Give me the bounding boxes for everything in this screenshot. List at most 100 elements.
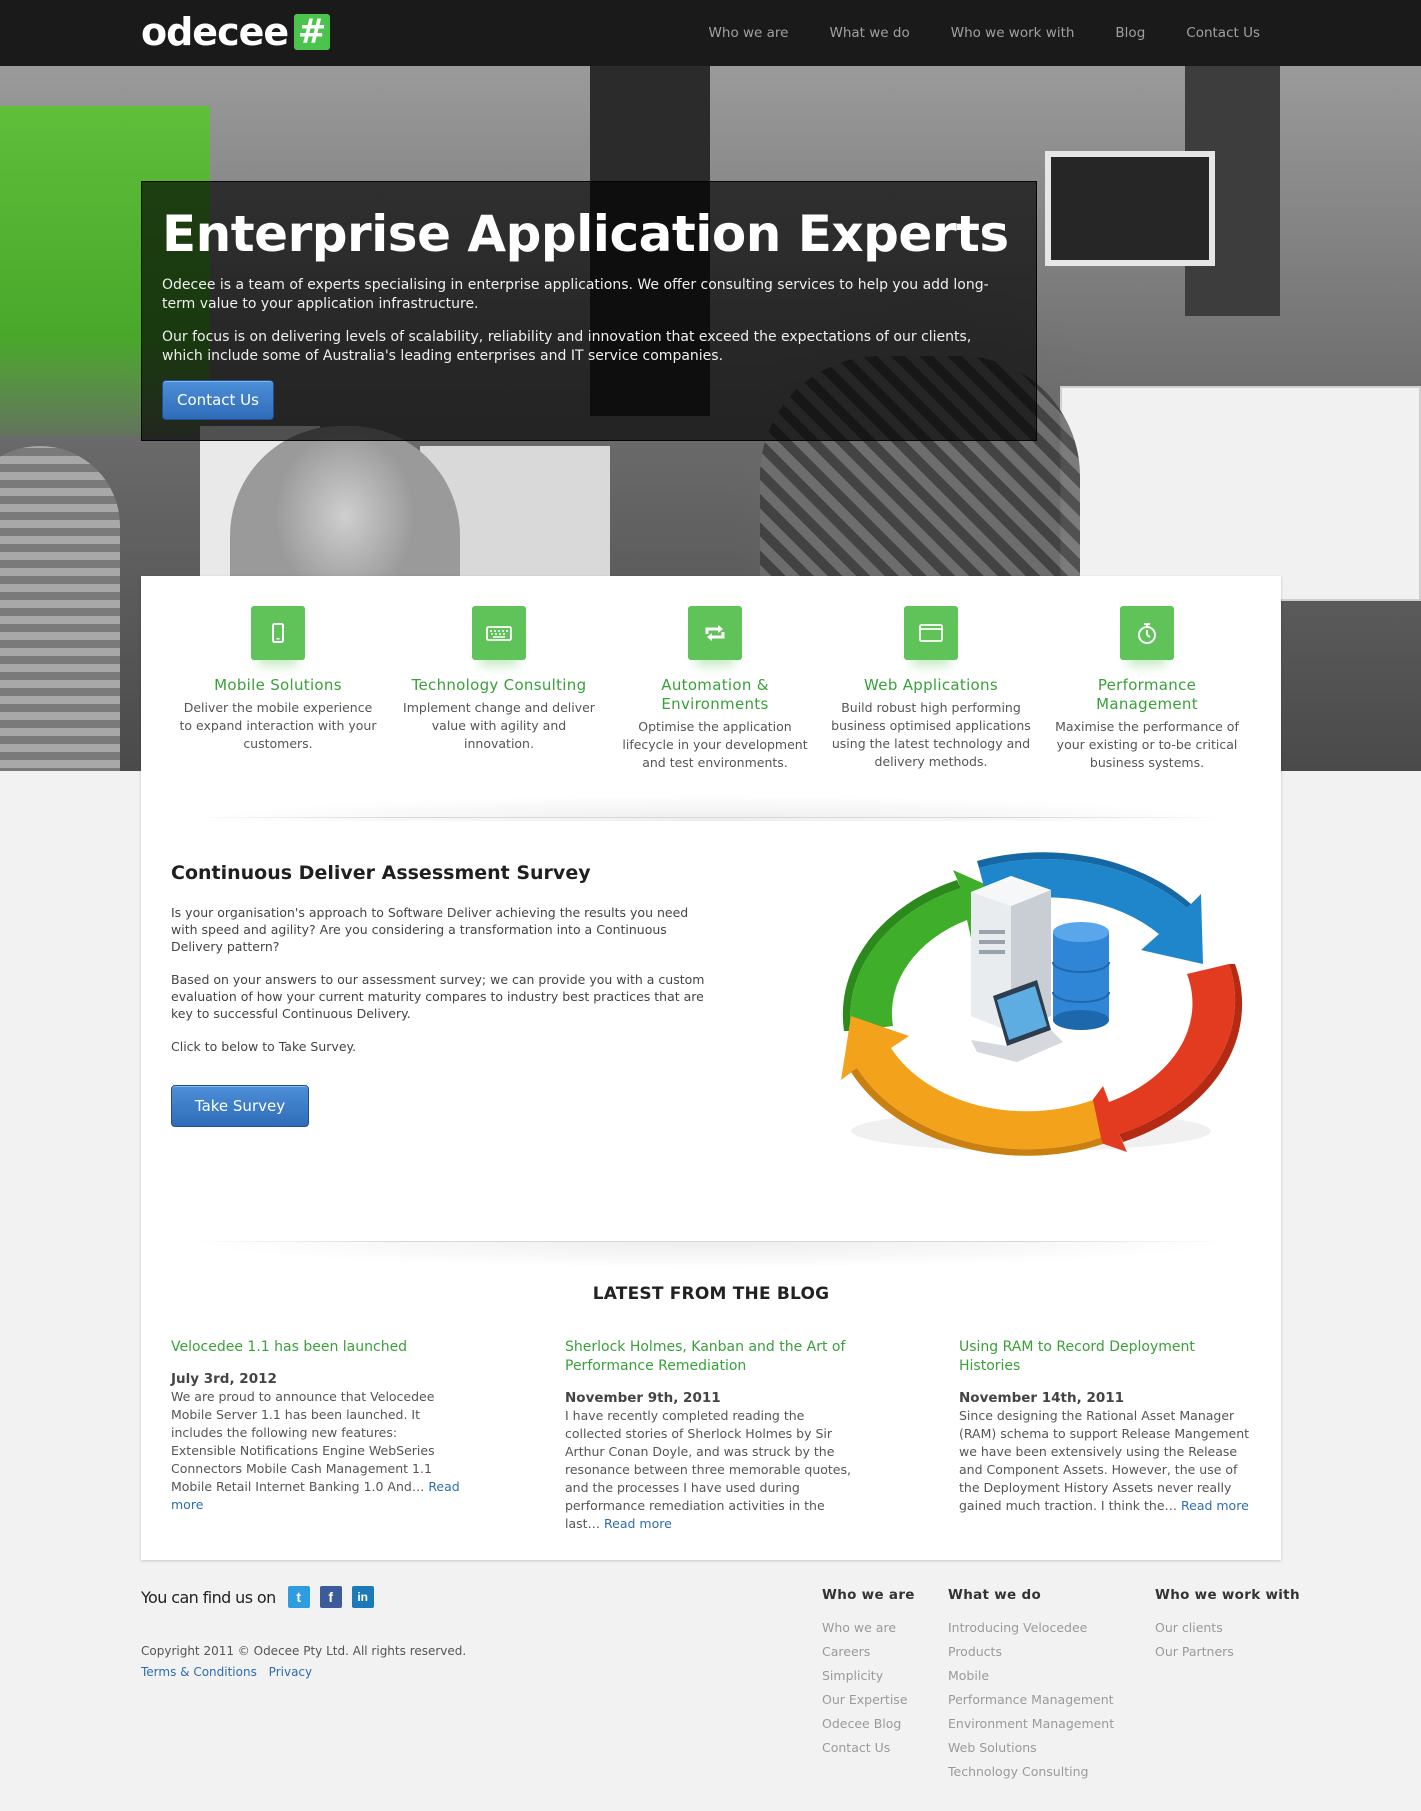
- service-automation-environments[interactable]: Automation & Environments Optimise the a…: [615, 606, 815, 772]
- footer-link[interactable]: Our Expertise: [822, 1688, 915, 1712]
- hero-paragraph: Our focus is on delivering levels of sca…: [162, 329, 972, 364]
- read-more-link[interactable]: Read more: [1181, 1498, 1249, 1513]
- blog-post: Velocedee 1.1 has been launched July 3rd…: [171, 1338, 461, 1514]
- blog-post-title-link[interactable]: Sherlock Holmes, Kanban and the Art of P…: [565, 1338, 855, 1376]
- top-navigation-bar: odecee # Who we are What we do Who we wo…: [0, 0, 1421, 66]
- continuous-delivery-cycle-illustration: [841, 852, 1243, 1156]
- service-description: Deliver the mobile experience to expand …: [179, 700, 377, 751]
- footer-link-list: Our clients Our Partners: [1155, 1616, 1300, 1664]
- nav-what-we-do[interactable]: What we do: [829, 0, 909, 66]
- hero-title: Enterprise Application Experts: [162, 205, 1009, 263]
- service-title: Performance Management: [1096, 676, 1198, 713]
- footer-column-title: What we do: [948, 1587, 1042, 1603]
- service-title: Automation & Environments: [661, 676, 769, 713]
- hero-photo-monitor: [1045, 151, 1215, 266]
- facebook-icon[interactable]: f: [319, 1586, 342, 1608]
- footer-link[interactable]: Odecee Blog: [822, 1712, 915, 1736]
- footer-link-list: Who we are Careers Simplicity Our Expert…: [822, 1616, 915, 1760]
- hero-paragraph: Odecee is a team of experts specialising…: [162, 277, 989, 312]
- keyboard-icon: [472, 606, 526, 660]
- service-description: Maximise the performance of your existin…: [1055, 719, 1239, 770]
- footer-link[interactable]: Web Solutions: [948, 1736, 1114, 1760]
- linkedin-icon[interactable]: in: [351, 1586, 374, 1608]
- stopwatch-icon: [1120, 606, 1174, 660]
- blog-post-title-link[interactable]: Velocedee 1.1 has been launched: [171, 1338, 461, 1357]
- hero-contact-button[interactable]: Contact Us: [162, 380, 274, 420]
- footer-link[interactable]: Who we are: [822, 1616, 915, 1640]
- footer-link[interactable]: Simplicity: [822, 1664, 915, 1688]
- hero-photo-monitor: [1060, 386, 1421, 601]
- follow-label: You can find us on: [141, 1587, 276, 1607]
- mobile-icon: [251, 606, 305, 660]
- blog-post-excerpt-text: We are proud to announce that Velocedee …: [171, 1389, 435, 1494]
- service-description: Build robust high performing business op…: [831, 700, 1031, 769]
- footer-column-title: Who we are: [822, 1587, 915, 1603]
- blog-post-date: July 3rd, 2012: [171, 1371, 277, 1387]
- blog-heading: LATEST FROM THE BLOG: [592, 1284, 830, 1304]
- repeat-icon: [688, 606, 742, 660]
- footer-column-who-we-work-with: Who we work with Our clients Our Partner…: [1155, 1586, 1300, 1664]
- service-mobile-solutions[interactable]: Mobile Solutions Deliver the mobile expe…: [178, 606, 378, 753]
- footer-link[interactable]: Our Partners: [1155, 1640, 1300, 1664]
- take-survey-button[interactable]: Take Survey: [171, 1085, 309, 1127]
- footer-link[interactable]: Careers: [822, 1640, 915, 1664]
- section-divider: [191, 817, 1231, 818]
- blog-post-excerpt: Since designing the Rational Asset Manag…: [959, 1407, 1259, 1515]
- survey-paragraph: Click to below to Take Survey.: [171, 1039, 357, 1054]
- service-technology-consulting[interactable]: Technology Consulting Implement change a…: [399, 606, 599, 753]
- service-title: Mobile Solutions: [214, 676, 342, 694]
- footer-link[interactable]: Mobile: [948, 1664, 1114, 1688]
- terms-link[interactable]: Terms & Conditions: [141, 1665, 257, 1679]
- blog-post-date: November 9th, 2011: [565, 1390, 721, 1406]
- footer-link[interactable]: Environment Management: [948, 1712, 1114, 1736]
- services-row: Mobile Solutions Deliver the mobile expe…: [141, 606, 1281, 796]
- legal-links: Terms & Conditions Privacy: [141, 1665, 320, 1679]
- survey-section: Continuous Deliver Assessment Survey Is …: [171, 861, 711, 1055]
- hero-photo-person: [0, 446, 120, 771]
- blog-post-excerpt: I have recently completed reading the co…: [565, 1407, 855, 1533]
- survey-paragraph: Is your organisation's approach to Softw…: [171, 905, 689, 954]
- section-shadow: [191, 781, 1231, 821]
- service-web-applications[interactable]: Web Applications Build robust high perfo…: [831, 606, 1031, 771]
- content-card: Mobile Solutions Deliver the mobile expe…: [141, 576, 1281, 1560]
- survey-paragraph: Based on your answers to our assessment …: [171, 972, 705, 1021]
- blog-post: Sherlock Holmes, Kanban and the Art of P…: [565, 1338, 855, 1533]
- service-performance-management[interactable]: Performance Management Maximise the perf…: [1047, 606, 1247, 772]
- footer-link[interactable]: Introducing Velocedee: [948, 1616, 1114, 1640]
- privacy-link[interactable]: Privacy: [269, 1665, 312, 1679]
- nav-who-we-are[interactable]: Who we are: [709, 0, 789, 66]
- nav-blog[interactable]: Blog: [1115, 0, 1145, 66]
- service-title: Technology Consulting: [411, 676, 587, 694]
- footer-column-who-we-are: Who we are Who we are Careers Simplicity…: [822, 1586, 915, 1760]
- browser-window-icon: [904, 606, 958, 660]
- read-more-link[interactable]: Read more: [604, 1516, 672, 1531]
- service-description: Optimise the application lifecycle in yo…: [622, 719, 808, 770]
- footer-link[interactable]: Our clients: [1155, 1616, 1300, 1640]
- footer-link[interactable]: Technology Consulting: [948, 1760, 1114, 1784]
- footer-link[interactable]: Performance Management: [948, 1688, 1114, 1712]
- social-follow: You can find us on t f in: [141, 1586, 384, 1608]
- footer-column-what-we-do: What we do Introducing Velocedee Product…: [948, 1586, 1114, 1784]
- blog-post-excerpt-text: I have recently completed reading the co…: [565, 1408, 851, 1531]
- logo-hash-mark: #: [294, 14, 331, 50]
- twitter-icon[interactable]: t: [287, 1586, 310, 1608]
- nav-contact-us[interactable]: Contact Us: [1186, 0, 1260, 66]
- footer-column-title: Who we work with: [1155, 1587, 1300, 1603]
- odecee-logo[interactable]: odecee #: [141, 10, 331, 54]
- main-nav: Who we are What we do Who we work with B…: [668, 0, 1260, 66]
- service-description: Implement change and deliver value with …: [403, 700, 595, 751]
- blog-post-title-link[interactable]: Using RAM to Record Deployment Histories: [959, 1338, 1259, 1376]
- survey-title: Continuous Deliver Assessment Survey: [171, 862, 591, 884]
- section-shadow: [191, 1242, 1231, 1282]
- blog-post-excerpt: We are proud to announce that Velocedee …: [171, 1388, 461, 1514]
- service-title: Web Applications: [864, 676, 998, 694]
- hero-intro-box: Enterprise Application Experts Odecee is…: [141, 181, 1037, 441]
- nav-who-we-work-with[interactable]: Who we work with: [951, 0, 1075, 66]
- logo-wordmark: odecee: [141, 10, 289, 54]
- blog-post: Using RAM to Record Deployment Histories…: [959, 1338, 1259, 1515]
- footer-link[interactable]: Contact Us: [822, 1736, 915, 1760]
- blog-post-date: November 14th, 2011: [959, 1390, 1125, 1406]
- copyright-text: Copyright 2011 © Odecee Pty Ltd. All rig…: [141, 1644, 467, 1658]
- footer-link-list: Introducing Velocedee Products Mobile Pe…: [948, 1616, 1114, 1784]
- footer-link[interactable]: Products: [948, 1640, 1114, 1664]
